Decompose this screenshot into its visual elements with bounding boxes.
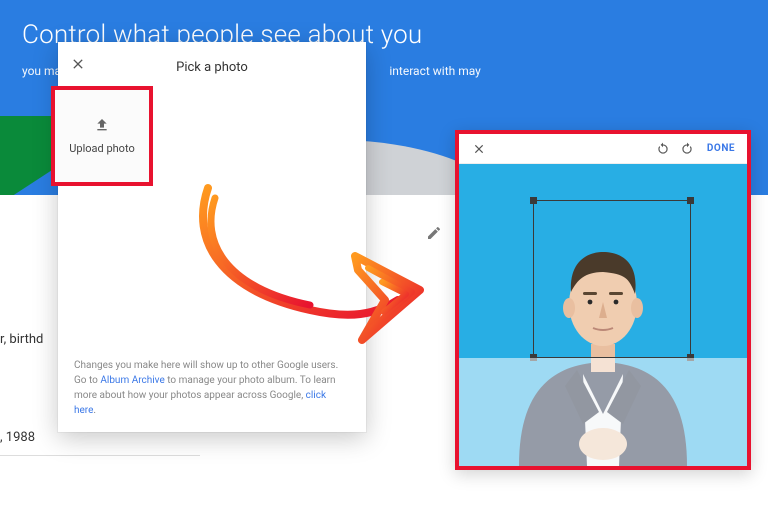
crop-handle-top-right[interactable] [687,197,694,204]
close-button[interactable] [467,142,491,156]
modal-footer-text: Changes you make here will show up to ot… [74,358,350,418]
pick-photo-modal: Pick a photo Upload photo Changes you ma… [58,42,366,432]
crop-handle-top-left[interactable] [530,197,537,204]
crop-rectangle[interactable] [533,200,691,358]
upload-icon [94,117,110,137]
crop-stage[interactable] [459,164,747,466]
background-field-label: r, birthd [0,332,43,347]
rotate-left-button[interactable] [651,142,675,156]
modal-title: Pick a photo [58,60,366,75]
album-archive-link[interactable]: Album Archive [100,375,164,386]
divider [0,455,200,456]
rotate-right-button[interactable] [675,142,699,156]
upload-photo-label: Upload photo [69,142,134,155]
crop-toolbar: DONE [459,134,747,164]
upload-photo-tile[interactable]: Upload photo [51,86,153,186]
edit-pencil-icon[interactable] [426,225,442,245]
crop-handle-bottom-left[interactable] [530,354,537,361]
crop-handle-bottom-right[interactable] [687,354,694,361]
crop-dialog: DONE [455,130,751,470]
done-button[interactable]: DONE [699,143,739,154]
background-date-value: , 1988 [0,430,35,445]
